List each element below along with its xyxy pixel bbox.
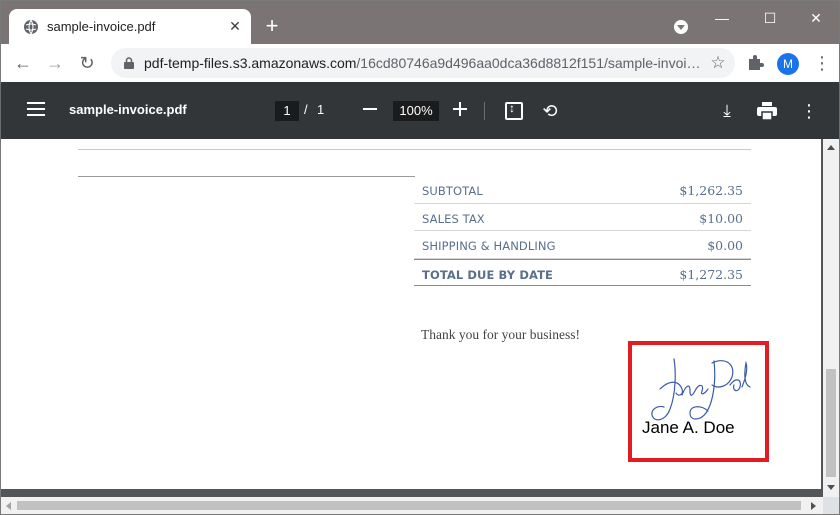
- address-bar[interactable]: pdf-temp-files.s3.amazonaws.com/16cd8074…: [111, 48, 735, 78]
- scroll-down-arrow-icon[interactable]: [827, 485, 835, 490]
- totals-row-shipping: SHIPPING & HANDLING $0.00: [414, 231, 751, 259]
- divider-line: [78, 176, 415, 177]
- totals-value: $0.00: [707, 238, 743, 253]
- signature-name: Jane A. Doe: [642, 418, 735, 437]
- bookmark-star-icon[interactable]: ☆: [708, 53, 728, 73]
- extensions-puzzle-icon[interactable]: [745, 53, 765, 73]
- pdf-title: sample-invoice.pdf: [69, 102, 187, 117]
- scroll-up-arrow-icon[interactable]: [827, 145, 835, 150]
- new-tab-button[interactable]: +: [263, 15, 281, 37]
- totals-label: SUBTOTAL: [422, 184, 483, 198]
- page-number-input[interactable]: 1: [275, 101, 299, 121]
- pdf-page: SUBTOTAL $1,262.35 SALES TAX $10.00 SHIP…: [1, 139, 821, 489]
- reload-button[interactable]: ↻: [77, 53, 97, 73]
- url-domain: pdf-temp-files.s3.amazonaws.com: [144, 55, 357, 71]
- totals-label: SHIPPING & HANDLING: [422, 239, 556, 253]
- tab-close-icon[interactable]: ✕: [227, 18, 243, 34]
- vertical-scroll-thumb[interactable]: [826, 369, 836, 477]
- minimize-button[interactable]: —: [699, 7, 745, 31]
- pdf-viewer[interactable]: SUBTOTAL $1,262.35 SALES TAX $10.00 SHIP…: [1, 139, 839, 497]
- maximize-button[interactable]: ☐: [747, 7, 793, 31]
- totals-label: TOTAL DUE BY DATE: [422, 267, 553, 282]
- totals-row-subtotal: SUBTOTAL $1,262.35: [414, 176, 751, 204]
- toolbar-divider: [484, 102, 485, 120]
- totals-label: SALES TAX: [422, 211, 485, 226]
- pdf-toolbar: sample-invoice.pdf 1 / 1 100% ⟲ ⤓ ⋮: [1, 82, 839, 139]
- scroll-right-arrow-icon[interactable]: [811, 502, 816, 510]
- totals-table: SUBTOTAL $1,262.35 SALES TAX $10.00 SHIP…: [414, 176, 751, 286]
- page-separator: /: [304, 102, 308, 117]
- zoom-out-icon[interactable]: [363, 108, 377, 110]
- total-pages: 1: [317, 102, 325, 117]
- totals-row-total-due: TOTAL DUE BY DATE $1,272.35: [414, 258, 751, 286]
- browser-window: sample-invoice.pdf ✕ + — ☐ ✕ ← → ↻ pdf-t…: [0, 0, 840, 515]
- signature-highlight-box: Jane A. Doe: [628, 341, 769, 462]
- scroll-left-arrow-icon[interactable]: [6, 502, 11, 510]
- totals-value: $1,262.35: [679, 183, 743, 198]
- url-text: pdf-temp-files.s3.amazonaws.com/16cd8074…: [144, 55, 699, 71]
- browser-toolbar: ← → ↻ pdf-temp-files.s3.amazonaws.com/16…: [1, 44, 839, 82]
- horizontal-scroll-thumb[interactable]: [17, 501, 801, 510]
- pdf-more-icon[interactable]: ⋮: [800, 101, 818, 121]
- profile-avatar[interactable]: M: [777, 53, 799, 75]
- print-icon[interactable]: [757, 102, 777, 120]
- pdf-menu-icon[interactable]: [27, 102, 45, 116]
- handwritten-signature: [651, 358, 751, 421]
- globe-icon: [24, 19, 38, 35]
- close-window-button[interactable]: ✕: [793, 7, 839, 31]
- totals-value: $1,272.35: [679, 266, 743, 282]
- divider-line: [78, 149, 751, 150]
- lock-icon[interactable]: [124, 57, 134, 69]
- rotate-icon[interactable]: ⟲: [540, 101, 560, 121]
- tab-title: sample-invoice.pdf: [47, 19, 156, 34]
- fit-to-page-icon[interactable]: [505, 101, 523, 120]
- back-button[interactable]: ←: [13, 53, 33, 73]
- vertical-scrollbar[interactable]: [823, 139, 839, 497]
- tab-strip: sample-invoice.pdf ✕ + — ☐ ✕: [1, 1, 839, 44]
- horizontal-scrollbar[interactable]: [1, 497, 823, 514]
- totals-value: $10.00: [699, 210, 743, 226]
- download-icon[interactable]: ⤓: [718, 101, 736, 121]
- thank-you-note: Thank you for your business!: [421, 327, 580, 342]
- zoom-in-icon[interactable]: [453, 102, 467, 116]
- tab-search-icon[interactable]: [674, 20, 688, 34]
- url-path: /16cd80746a9d496aa0dca36d8812f151/sample…: [356, 55, 699, 71]
- tab-active[interactable]: sample-invoice.pdf ✕: [9, 9, 251, 44]
- browser-menu-icon[interactable]: ⋮: [813, 53, 831, 73]
- forward-button[interactable]: →: [45, 53, 65, 73]
- totals-row-sales-tax: SALES TAX $10.00: [414, 204, 751, 231]
- zoom-level-input[interactable]: 100%: [393, 101, 439, 121]
